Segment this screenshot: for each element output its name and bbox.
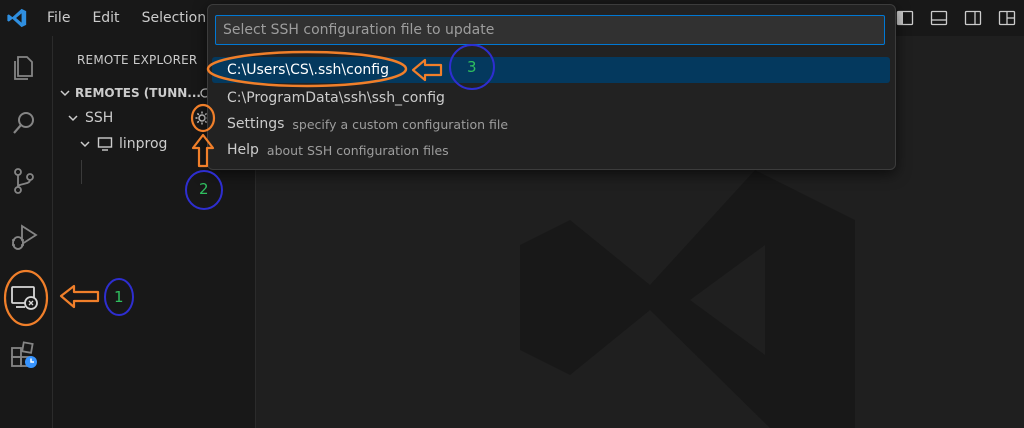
run-debug-button[interactable] bbox=[6, 219, 42, 255]
customize-layout-icon[interactable] bbox=[998, 9, 1016, 27]
step-number-1: 1 bbox=[114, 288, 124, 306]
quick-pick-item-description: specify a custom configuration file bbox=[292, 116, 509, 132]
quick-pick-item-settings[interactable]: Settings specify a custom configuration … bbox=[212, 111, 890, 137]
quick-pick-item-user-config[interactable]: C:\Users\CS\.ssh\config bbox=[212, 57, 890, 83]
remote-explorer-icon bbox=[11, 286, 38, 310]
vscode-watermark-icon bbox=[520, 170, 855, 428]
chevron-down-icon bbox=[60, 90, 70, 97]
menu-selection[interactable]: Selection bbox=[131, 10, 218, 26]
quick-pick-item-label: C:\ProgramData\ssh\ssh_config bbox=[227, 90, 445, 106]
quick-pick-item-description: about SSH configuration files bbox=[266, 142, 449, 158]
vscode-logo-icon bbox=[7, 8, 27, 28]
quick-pick-item-system-config[interactable]: C:\ProgramData\ssh\ssh_config bbox=[212, 85, 890, 111]
search-button[interactable] bbox=[6, 105, 42, 141]
quick-pick-item-help[interactable]: Help about SSH configuration files bbox=[212, 137, 890, 163]
menu-file[interactable]: File bbox=[36, 10, 81, 26]
linprog-label: linprog bbox=[119, 136, 168, 152]
quick-pick-dialog: C:\Users\CS\.ssh\config C:\ProgramData\s… bbox=[207, 4, 896, 170]
layout-controls bbox=[896, 9, 1016, 27]
quick-pick-item-label: C:\Users\CS\.ssh\config bbox=[227, 62, 389, 78]
chevron-down-icon bbox=[80, 141, 90, 148]
monitor-icon bbox=[97, 137, 113, 151]
explorer-button[interactable] bbox=[6, 49, 42, 85]
source-control-button[interactable] bbox=[6, 163, 42, 199]
chevron-down-icon bbox=[68, 115, 78, 122]
linprog-tree-item[interactable]: linprog bbox=[79, 136, 167, 152]
sidebar-title: REMOTE EXPLORER bbox=[77, 53, 198, 67]
remotes-section-label: REMOTES (TUNN... bbox=[75, 86, 201, 100]
remote-explorer-button[interactable] bbox=[6, 279, 42, 315]
tree-indent-guide bbox=[81, 160, 82, 184]
activity-bar bbox=[0, 36, 53, 428]
remotes-section-header[interactable]: REMOTES (TUNN... bbox=[59, 86, 201, 100]
step-number-3: 3 bbox=[467, 58, 477, 76]
extensions-button[interactable] bbox=[6, 337, 42, 373]
extensions-icon bbox=[11, 341, 37, 368]
run-debug-icon bbox=[12, 224, 38, 250]
step-number-2: 2 bbox=[199, 180, 209, 198]
search-icon bbox=[13, 112, 34, 134]
quick-pick-item-label: Settings bbox=[227, 116, 285, 132]
source-control-icon bbox=[14, 168, 34, 194]
ssh-tree-item[interactable]: SSH bbox=[67, 110, 113, 126]
files-icon bbox=[14, 56, 33, 80]
toggle-panel-icon[interactable] bbox=[930, 9, 948, 27]
toggle-secondary-sidebar-icon[interactable] bbox=[964, 9, 982, 27]
menu-bar: File Edit Selection bbox=[36, 0, 217, 36]
quick-pick-input[interactable] bbox=[215, 15, 885, 45]
menu-edit[interactable]: Edit bbox=[81, 10, 130, 26]
toggle-primary-sidebar-icon[interactable] bbox=[896, 9, 914, 27]
ssh-label: SSH bbox=[85, 110, 114, 126]
quick-pick-item-label: Help bbox=[227, 142, 259, 158]
